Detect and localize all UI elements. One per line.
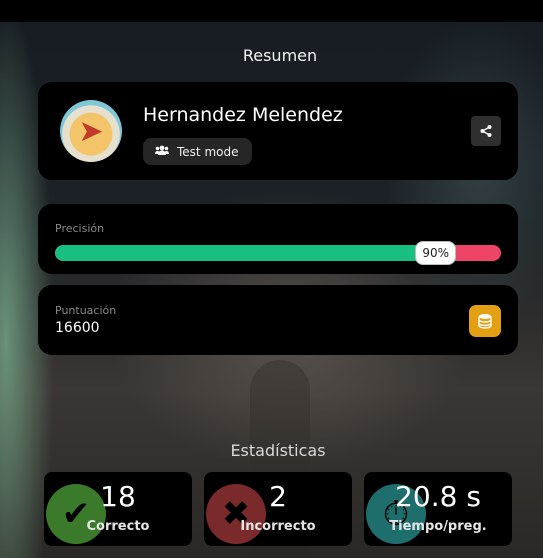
player-name: Hernandez Melendez: [143, 104, 343, 126]
precision-label: Precisión: [55, 222, 105, 235]
stat-time: ⏱ 20.8 s Tiempo/preg.: [364, 472, 512, 546]
test-mode-badge: Test mode: [143, 138, 253, 165]
top-bar: [0, 0, 543, 22]
stat-correct: ✔ 18 Correcto: [44, 472, 192, 546]
profile-card: ➤ Hernandez Melendez Test mode: [38, 82, 518, 180]
coins-icon: [469, 305, 501, 337]
score-value: 16600: [55, 320, 100, 336]
stat-value: 20.8 s: [395, 480, 481, 513]
stat-caption: Tiempo/preg.: [389, 519, 487, 534]
score-card: Puntuación 16600: [38, 285, 518, 355]
share-icon: [480, 122, 492, 141]
stat-incorrect: ✖ 2 Incorrecto: [204, 472, 352, 546]
avatar: ➤: [60, 100, 122, 162]
precision-percent-badge: 90%: [415, 241, 457, 265]
precision-card: Precisión 90%: [38, 204, 518, 274]
share-button[interactable]: [471, 116, 501, 146]
precision-bar-fill: [55, 245, 457, 261]
test-mode-label: Test mode: [177, 144, 239, 159]
stats-title: Estadísticas: [230, 441, 326, 460]
page-title: Resumen: [242, 46, 318, 65]
score-label: Puntuación: [55, 304, 117, 317]
stat-value: 2: [269, 480, 287, 513]
users-icon: [155, 145, 169, 158]
stat-value: 18: [100, 480, 136, 513]
stat-caption: Incorrecto: [240, 519, 316, 534]
stat-caption: Correcto: [86, 519, 150, 534]
